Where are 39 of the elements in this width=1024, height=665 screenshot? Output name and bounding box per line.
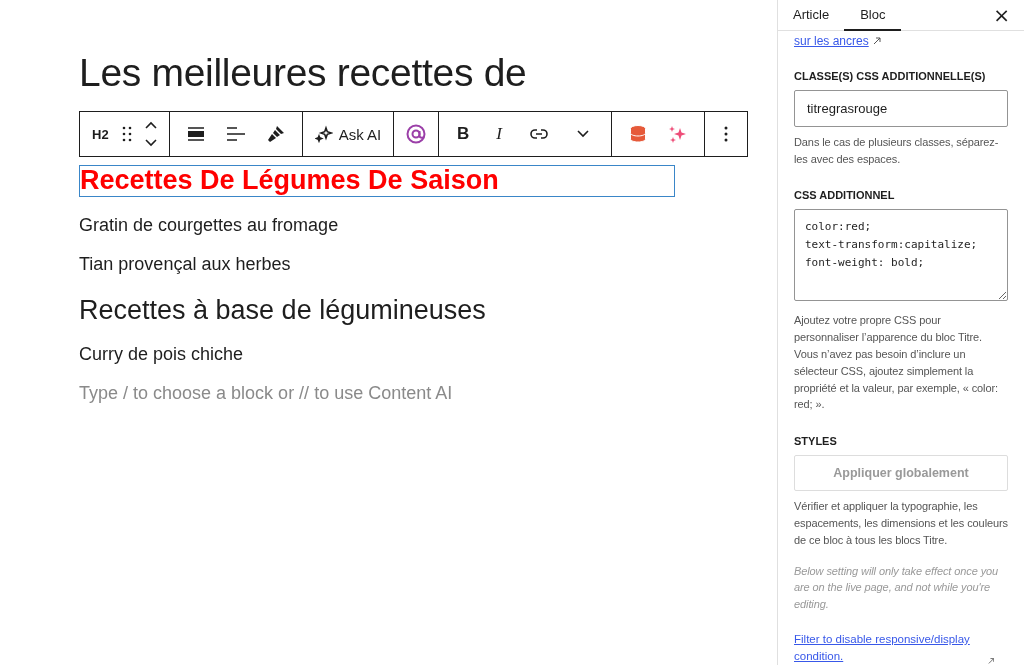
chevron-down-icon[interactable] (577, 130, 590, 138)
document-title: Les meilleures recettes de (79, 50, 527, 96)
database-icon[interactable] (630, 125, 647, 143)
help-text: Dans le cas de plusieurs classes, séparez-les avec des espaces. (794, 134, 1000, 167)
italic-button[interactable]: I (481, 116, 518, 152)
help-link[interactable]: Filter to disable responsive/display condition. (794, 631, 980, 665)
heading-level-button[interactable]: H2 (86, 116, 115, 152)
selected-block-outline[interactable]: Recettes De Légumes De Saison (79, 165, 675, 197)
more-options-icon[interactable] (724, 126, 729, 142)
ask-ai-button[interactable]: Ask AI (308, 116, 388, 152)
at-sign-icon[interactable] (406, 124, 427, 144)
sidebar-tab[interactable]: Article (778, 0, 845, 31)
css-class-field[interactable]: titregrasrouge (794, 89, 1008, 127)
css-code-field[interactable]: color:red; text-transform:capitalize; font-weight: bold; (794, 209, 1008, 302)
paragraph-text: Gratin de courgettes au fromage (79, 214, 339, 237)
heading-text: Recettes à base de légumineuses (79, 294, 486, 326)
brush-icon[interactable] (266, 125, 285, 143)
heading-text: Recettes De Légumes De Saison (80, 166, 499, 194)
help-text: Ajoutez votre propre CSS pour personnaliser l’apparence du bloc Titre. Vous n’avez pas besoin d’inclure un sélecteur CSS, ajoutez simplement la propriété et la valeur, par exemple, « color: red; ». (794, 313, 999, 413)
link-icon[interactable] (530, 128, 549, 140)
sparkles-icon (314, 125, 333, 143)
paragraph-text: Tian provençal aux herbes (79, 253, 291, 276)
section-heading: STYLES (794, 435, 838, 448)
align-full-icon[interactable] (187, 127, 204, 141)
external-link-icon (987, 657, 994, 665)
sidebar-tab[interactable]: Bloc (844, 0, 902, 31)
help-text: Vérifier et appliquer la typographie, les espacements, les dimensions et les couleurs de ce bloc à tous les blocs Titre. (794, 499, 1008, 548)
drag-handle-icon[interactable] (121, 126, 132, 142)
block-input-field[interactable]: Type / to choose a block or // to use Content AI (79, 381, 453, 405)
align-left-icon[interactable] (226, 127, 245, 141)
close-button[interactable]: × (979, 0, 1024, 30)
external-link-icon (872, 36, 881, 45)
help-link[interactable]: sur les ancres (794, 33, 869, 48)
paragraph-text: Curry de pois chiche (79, 343, 244, 366)
bold-button[interactable]: B (445, 116, 482, 152)
move-arrows-icon[interactable] (144, 121, 157, 147)
section-heading: CLASSE(S) CSS ADDITIONNELLE(S) (794, 69, 987, 82)
section-heading: CSS ADDITIONNEL (794, 189, 896, 202)
note-text: Below setting will only take effect once you are on the live page, and not while you're editing. (794, 563, 1000, 613)
